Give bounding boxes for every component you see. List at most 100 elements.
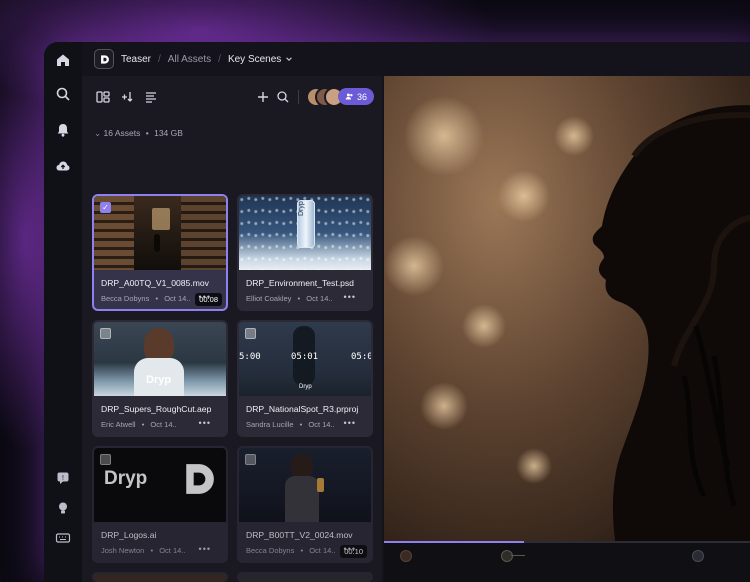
preview-frame <box>384 76 750 582</box>
asset-name: DRP_A00TQ_V1_0085.mov <box>101 278 209 288</box>
asset-date: Oct 14.. <box>164 294 191 303</box>
upload-cloud-icon[interactable] <box>55 158 71 174</box>
asset-author: Becca Dobyns <box>101 294 150 303</box>
asset-author: Eric Atwell <box>101 420 136 429</box>
asset-thumbnail <box>94 196 226 270</box>
asset-checkbox[interactable]: ✓ <box>100 202 111 213</box>
toolbar-divider <box>298 90 299 104</box>
thumb-brand-text: Dryp <box>104 468 148 489</box>
asset-card[interactable]: Dryp DRP_Logos.ai Josh Newton • Oct 14..… <box>92 446 228 563</box>
asset-card[interactable]: 5:00 05:01 05:0 Dryp DRP_NationalSpot_R3… <box>237 320 373 437</box>
asset-date: Oct 14.. <box>150 420 177 429</box>
filter-sort-icon[interactable] <box>120 90 134 104</box>
separator-dot: • <box>300 546 304 555</box>
search-icon[interactable] <box>276 90 290 104</box>
marker-icon[interactable] <box>400 550 412 562</box>
asset-checkbox[interactable] <box>100 328 111 339</box>
lightbulb-icon[interactable] <box>55 500 71 516</box>
asset-meta: Becca Dobyns • Oct 14.. <box>246 546 335 555</box>
asset-card[interactable] <box>92 572 228 582</box>
thumb-timecode: 5:00 <box>239 352 261 362</box>
separator-dot: • <box>297 294 301 303</box>
chevron-down-icon[interactable] <box>285 55 293 63</box>
asset-card[interactable]: Dryp DRP_Supers_RoughCut.aep Eric Atwell… <box>92 320 228 437</box>
svg-text:!: ! <box>62 475 64 482</box>
breadcrumb: Teaser / All Assets / Key Scenes <box>82 42 750 76</box>
breadcrumb-separator: / <box>158 53 161 65</box>
breadcrumb-project[interactable]: Teaser <box>121 54 151 65</box>
breadcrumb-current-folder[interactable]: Key Scenes <box>228 54 281 65</box>
more-options-button[interactable]: ••• <box>199 292 211 302</box>
app-window: ! Teaser / All Assets / Key Scenes 36 ⌄ … <box>44 42 750 582</box>
separator-dot: • <box>150 546 154 555</box>
more-options-button[interactable]: ••• <box>344 292 356 302</box>
asset-date: Oct 14.. <box>308 420 335 429</box>
separator-dot: • <box>141 420 145 429</box>
asset-checkbox[interactable] <box>245 454 256 465</box>
breadcrumb-all-assets[interactable]: All Assets <box>168 54 211 65</box>
asset-name: DRP_Environment_Test.psd <box>246 278 354 288</box>
more-options-button[interactable]: ••• <box>199 544 211 554</box>
asset-card[interactable] <box>237 572 373 582</box>
member-avatars[interactable] <box>306 87 344 107</box>
asset-card[interactable]: 00:10 DRP_B00TT_V2_0024.mov Becca Dobyns… <box>237 446 373 563</box>
asset-thumbnail <box>239 448 371 522</box>
asset-name: DRP_NationalSpot_R3.prproj <box>246 404 359 414</box>
asset-name: DRP_Logos.ai <box>101 530 157 540</box>
asset-name: DRP_Supers_RoughCut.aep <box>101 404 212 414</box>
asset-thumbnail: Dryp <box>239 196 371 270</box>
separator-dot: • <box>299 420 303 429</box>
layout-toggle-icon[interactable] <box>96 90 110 104</box>
search-icon[interactable] <box>55 86 71 102</box>
thumb-brand-text: Dryp <box>299 384 312 390</box>
asset-checkbox[interactable] <box>100 454 111 465</box>
marker-icon[interactable] <box>692 550 704 562</box>
asset-checkbox[interactable] <box>245 328 256 339</box>
assets-summary[interactable]: ⌄ 16 Assets • 134 GB <box>94 128 183 139</box>
more-options-button[interactable]: ••• <box>344 418 356 428</box>
asset-toolbar: 36 <box>82 76 382 118</box>
asset-meta: Josh Newton • Oct 14.. <box>101 546 185 555</box>
thumb-brand-text: Dryp <box>298 201 305 216</box>
total-size: 134 GB <box>154 128 183 138</box>
separator-dot: • <box>145 128 149 138</box>
asset-count: 16 Assets <box>103 128 141 138</box>
list-view-icon[interactable] <box>144 90 158 104</box>
collapse-chevron-icon[interactable]: ⌄ <box>94 128 101 138</box>
more-options-button[interactable]: ••• <box>344 544 356 554</box>
asset-meta: Elliot Coakley • Oct 14.. <box>246 294 333 303</box>
thumb-brand-text: Dryp <box>146 374 172 386</box>
add-icon[interactable] <box>256 90 270 104</box>
feedback-icon[interactable]: ! <box>55 470 71 486</box>
video-preview[interactable] <box>384 76 750 582</box>
marker-icon[interactable] <box>501 550 513 562</box>
asset-card[interactable]: Dryp DRP_Environment_Test.psd Elliot Coa… <box>237 194 373 311</box>
thumb-timecode: 05:0 <box>351 352 371 362</box>
asset-thumbnail: 5:00 05:01 05:0 Dryp <box>239 322 371 396</box>
breadcrumb-separator: / <box>218 53 221 65</box>
asset-meta: Becca Dobyns • Oct 14.. <box>101 294 190 303</box>
asset-name: DRP_B00TT_V2_0024.mov <box>246 530 353 540</box>
asset-card[interactable]: ✓ 00:08 DRP_A00TQ_V1_0085.mov Becca Doby… <box>92 194 228 311</box>
asset-date: Oct 14.. <box>309 546 336 555</box>
member-count-pill[interactable]: 36 <box>338 88 374 105</box>
brand-logo-icon <box>186 464 214 494</box>
home-icon[interactable] <box>55 52 71 68</box>
asset-meta: Eric Atwell • Oct 14.. <box>101 420 177 429</box>
project-logo-icon[interactable] <box>94 49 114 69</box>
asset-date: Oct 14.. <box>306 294 333 303</box>
separator-dot: • <box>155 294 159 303</box>
asset-author: Sandra Lucille <box>246 420 294 429</box>
member-count: 36 <box>356 91 367 102</box>
asset-meta: Sandra Lucille • Oct 14.. <box>246 420 335 429</box>
asset-thumbnail: Dryp <box>94 322 226 396</box>
bell-icon[interactable] <box>55 122 71 138</box>
users-icon <box>345 93 353 100</box>
keyboard-icon[interactable] <box>55 530 71 546</box>
thumb-timecode: 05:01 <box>291 352 319 362</box>
asset-author: Becca Dobyns <box>246 546 295 555</box>
asset-panel: 36 ⌄ 16 Assets • 134 GB ✓ 00:08 DRP_A00T… <box>82 76 382 582</box>
left-rail: ! <box>44 42 82 582</box>
asset-author: Josh Newton <box>101 546 145 555</box>
more-options-button[interactable]: ••• <box>199 418 211 428</box>
